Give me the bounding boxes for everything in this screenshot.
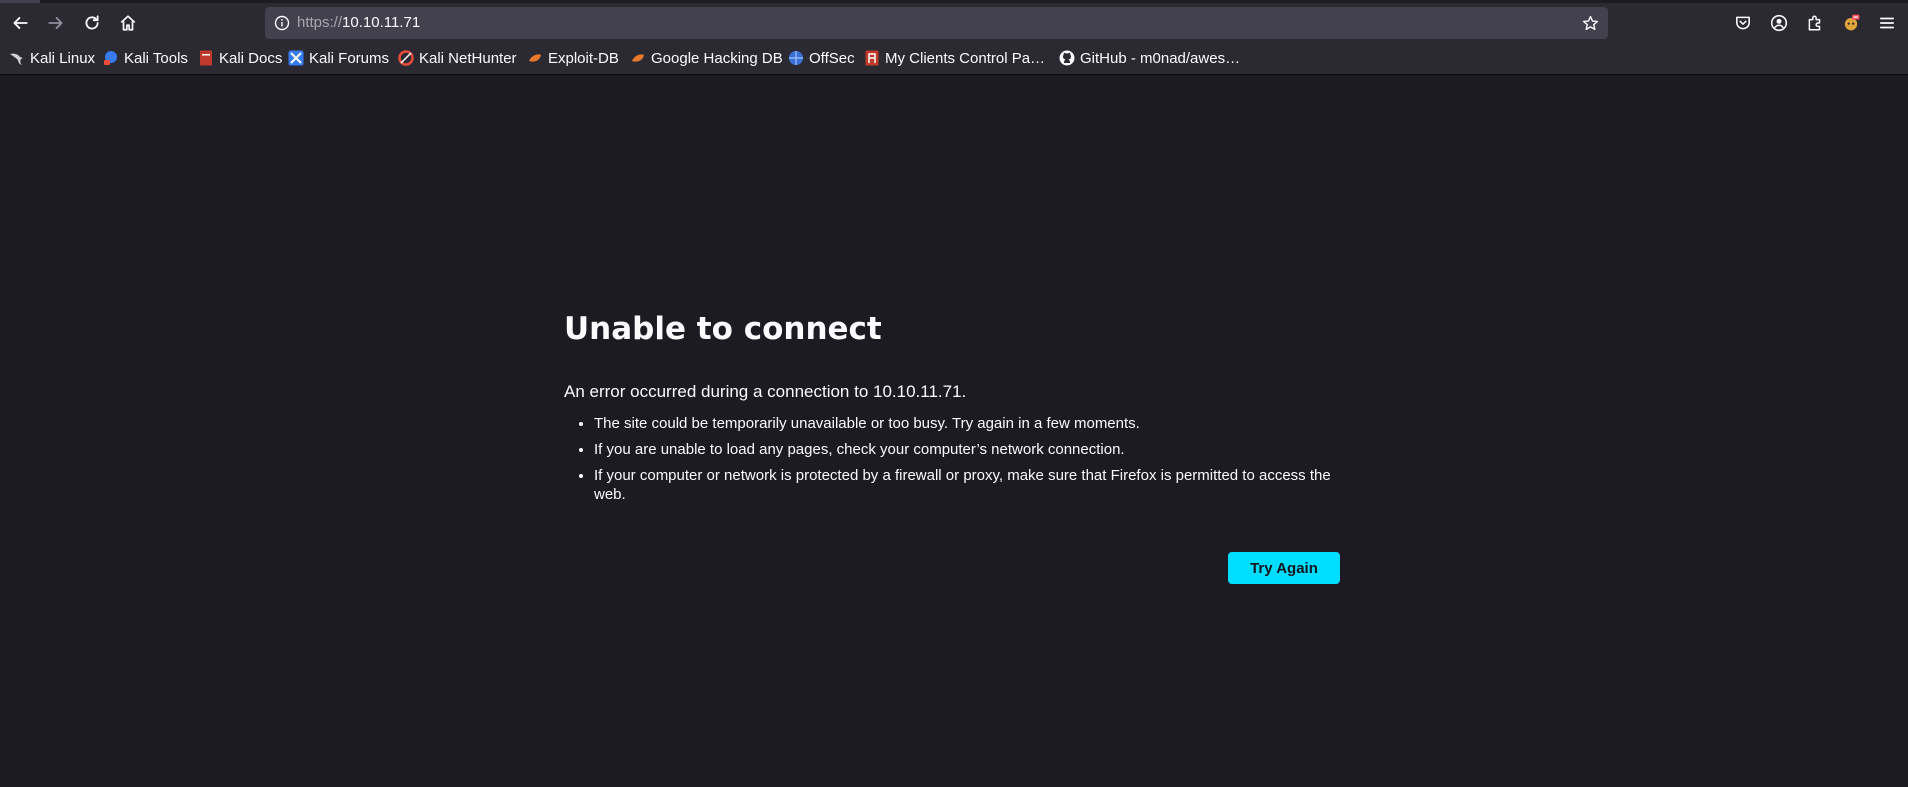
account-icon xyxy=(1770,14,1788,32)
kali-dragon-icon xyxy=(9,50,25,66)
forward-button[interactable] xyxy=(40,7,72,39)
browser-chrome: https://10.10.11.71 Kali Linux Kali Tool… xyxy=(0,0,1908,75)
bookmark-label: GitHub - m0nad/awes… xyxy=(1080,49,1241,67)
ghdb-icon xyxy=(630,50,646,66)
arrow-left-icon xyxy=(13,17,28,29)
bookmark-label: Exploit-DB xyxy=(548,49,619,67)
bookmark-label: Kali Forums xyxy=(309,49,390,67)
back-button[interactable] xyxy=(4,7,36,39)
hamburger-menu-icon xyxy=(1879,17,1895,29)
bookmark-label: Kali Linux xyxy=(30,49,96,67)
github-icon xyxy=(1059,50,1075,66)
offsec-icon xyxy=(788,50,804,66)
reload-icon xyxy=(85,15,99,30)
home-button[interactable] xyxy=(112,7,144,39)
puzzle-icon xyxy=(1808,15,1821,31)
bookmark-offsec[interactable]: OffSec xyxy=(788,46,855,70)
account-button[interactable] xyxy=(1763,7,1795,39)
bookmark-label: OffSec xyxy=(809,49,855,67)
bookmark-kali-tools[interactable]: Kali Tools xyxy=(103,46,188,70)
navigation-toolbar: https://10.10.11.71 xyxy=(0,5,1908,41)
error-title: Unable to connect xyxy=(564,311,882,347)
bookmark-my-clients-control-panel[interactable]: My Clients Control Pa… xyxy=(864,46,1045,70)
error-page: Unable to connect An error occurred duri… xyxy=(564,306,1342,511)
bookmark-kali-forums[interactable]: Kali Forums xyxy=(288,46,389,70)
bookmark-label: Kali NetHunter xyxy=(419,49,517,67)
extension-badge-button[interactable] xyxy=(1835,7,1867,39)
url-bar[interactable]: https://10.10.11.71 xyxy=(265,7,1608,39)
url-scheme: https:// xyxy=(297,14,343,31)
pocket-icon xyxy=(1736,16,1750,30)
list-item: If your computer or network is protected… xyxy=(594,466,1342,504)
kali-docs-icon xyxy=(198,50,214,66)
list-item: The site could be temporarily unavailabl… xyxy=(594,414,1342,433)
bookmark-label: Kali Docs xyxy=(219,49,283,67)
app-menu-button[interactable] xyxy=(1871,7,1903,39)
extension-badge-icon xyxy=(1844,14,1860,31)
nethunter-icon xyxy=(398,50,414,66)
error-description: An error occurred during a connection to… xyxy=(564,382,967,401)
bookmark-label: Kali Tools xyxy=(124,49,188,67)
bookmark-label: Google Hacking DB xyxy=(651,49,783,67)
arrow-right-icon xyxy=(48,17,63,29)
bookmark-kali-linux[interactable]: Kali Linux xyxy=(9,46,95,70)
info-circle-icon[interactable] xyxy=(271,12,293,34)
bookmark-kali-docs[interactable]: Kali Docs xyxy=(198,46,282,70)
active-tab-indicator[interactable] xyxy=(0,0,40,3)
reload-button[interactable] xyxy=(76,7,108,39)
list-item: If you are unable to load any pages, che… xyxy=(594,440,1342,459)
url-text[interactable]: https://10.10.11.71 xyxy=(297,14,420,31)
exploit-db-icon xyxy=(527,50,543,66)
extensions-button[interactable] xyxy=(1799,7,1831,39)
kali-forums-icon xyxy=(288,50,304,66)
bookmark-google-hacking-db[interactable]: Google Hacking DB xyxy=(630,46,783,70)
kali-tools-icon xyxy=(103,50,119,66)
bookmark-label: My Clients Control Pa… xyxy=(885,49,1046,67)
tab-strip xyxy=(0,0,1908,3)
home-icon xyxy=(120,15,136,31)
url-host: 10.10.11.71 xyxy=(342,14,421,31)
star-icon[interactable] xyxy=(1580,13,1600,33)
pocket-button[interactable] xyxy=(1727,7,1759,39)
try-again-button[interactable]: Try Again xyxy=(1228,552,1340,584)
error-reasons-list: The site could be temporarily unavailabl… xyxy=(564,414,1342,504)
control-panel-icon xyxy=(864,50,880,66)
bookmark-exploit-db[interactable]: Exploit-DB xyxy=(527,46,619,70)
bookmark-github[interactable]: GitHub - m0nad/awes… xyxy=(1059,46,1240,70)
bookmark-kali-nethunter[interactable]: Kali NetHunter xyxy=(398,46,517,70)
bookmarks-toolbar: Kali Linux Kali Tools Kali Docs Kali For… xyxy=(0,44,1908,72)
